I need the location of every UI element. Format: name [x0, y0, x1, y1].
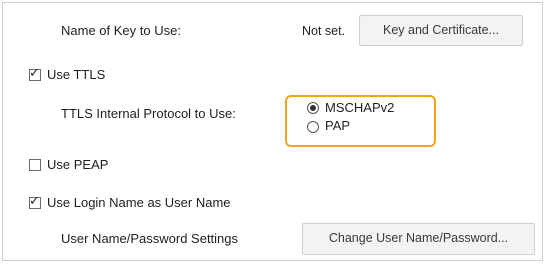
use-peap-label: Use PEAP	[47, 157, 109, 172]
key-and-certificate-button[interactable]: Key and Certificate...	[359, 15, 523, 46]
mschapv2-label: MSCHAPv2	[325, 100, 395, 115]
use-ttls-checkbox[interactable]: ✓	[29, 66, 41, 81]
pap-label: PAP	[325, 118, 351, 133]
change-user-password-button[interactable]: Change User Name/Password...	[302, 223, 535, 255]
pap-radio[interactable]	[307, 121, 319, 133]
use-ttls-label: Use TTLS	[47, 67, 106, 82]
mschapv2-radio[interactable]	[307, 102, 319, 114]
radio-selected-dot	[310, 105, 316, 111]
user-password-settings-label: User Name/Password Settings	[61, 231, 239, 246]
ttls-protocol-label: TTLS Internal Protocol to Use:	[61, 106, 236, 121]
use-login-name-label: Use Login Name as User Name	[47, 195, 231, 210]
use-peap-checkbox[interactable]	[29, 159, 41, 171]
checkmark-icon: ✓	[29, 66, 40, 81]
checkmark-icon: ✓	[29, 194, 40, 209]
use-login-name-checkbox[interactable]: ✓	[29, 194, 41, 209]
key-value-text: Not set.	[302, 24, 346, 38]
key-name-label: Name of Key to Use:	[61, 23, 181, 38]
